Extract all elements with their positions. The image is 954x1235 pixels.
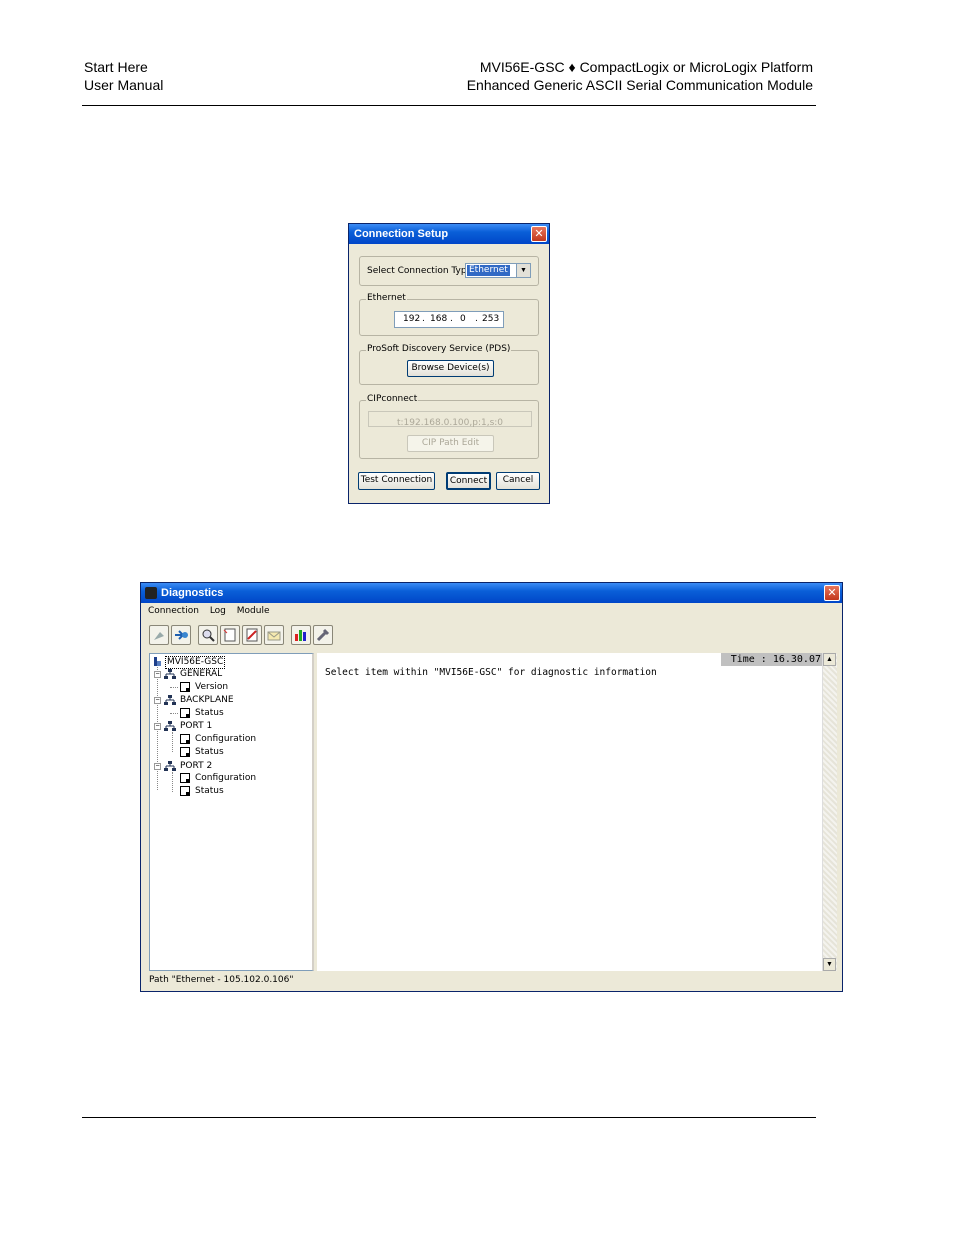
close-icon[interactable]: ✕ (531, 226, 547, 242)
page-header-left: Start Here User Manual (84, 58, 163, 94)
diagnostic-message: Select item within "MVI56E-GSC" for diag… (325, 667, 657, 678)
collapse-icon[interactable]: − (154, 697, 161, 704)
menu-bar: Connection Log Module (148, 606, 278, 616)
cip-path-value: t:192.168.0.100,p:1,s:0 (396, 418, 504, 428)
ip-octet-4[interactable]: 253 (482, 314, 499, 324)
test-connection-button[interactable]: Test Connection (358, 472, 435, 490)
ip-octet-3[interactable]: 0 (460, 314, 466, 324)
connect-button[interactable]: Connect (446, 472, 491, 490)
tree-line (170, 687, 178, 688)
header-product: MVI56E-GSC ♦ CompactLogix or MicroLogix … (479, 59, 813, 75)
ip-octet-1[interactable]: 192 (403, 314, 420, 324)
connection-type-select[interactable]: Ethernet ▼ (465, 263, 531, 278)
cipconnect-group-label: CIPconnect (366, 394, 419, 404)
document-icon (180, 773, 190, 783)
tree-line (172, 732, 173, 752)
find-icon[interactable] (198, 625, 218, 645)
dialog-titlebar[interactable]: Connection Setup ✕ (349, 224, 549, 244)
collapse-icon[interactable]: − (154, 671, 161, 678)
network-icon (164, 721, 176, 731)
close-icon[interactable]: ✕ (824, 585, 840, 601)
collapse-icon[interactable]: − (154, 723, 161, 730)
status-bar-path: Path "Ethernet - 105.102.0.106" (149, 975, 294, 985)
tree-leaf-configuration[interactable]: Configuration (195, 734, 256, 745)
ip-dot: . (450, 314, 453, 324)
header-doc-type: User Manual (84, 77, 164, 93)
dialog-title: Connection Setup (354, 228, 449, 240)
ip-address-field[interactable]: 192 . 168 . 0 . 253 (394, 311, 504, 328)
time-display: Time : 16.30.07 (721, 653, 823, 666)
tree-node-backplane[interactable]: BACKPLANE (180, 695, 234, 706)
toolbar (141, 620, 842, 648)
output-panel: Time : 16.30.07 Select item within "MVI5… (317, 653, 837, 971)
tree-leaf-status[interactable]: Status (195, 747, 224, 758)
pds-group-label: ProSoft Discovery Service (PDS) (366, 344, 512, 354)
ip-dot: . (422, 314, 425, 324)
page-header-right: MVI56E-GSC ♦ CompactLogix or MicroLogix … (467, 58, 813, 94)
vertical-scrollbar[interactable]: ▲ ▼ (822, 653, 837, 971)
diagnostics-title: Diagnostics (161, 587, 224, 599)
document-icon (180, 747, 190, 757)
cipconnect-group: CIPconnect t:192.168.0.100,p:1,s:0 CIP P… (359, 394, 539, 459)
tree-node-general[interactable]: GENERAL (180, 669, 222, 680)
tree-node-port1[interactable]: PORT 1 (180, 721, 212, 732)
tree-leaf-version[interactable]: Version (195, 682, 228, 693)
disconnect-icon[interactable] (149, 625, 169, 645)
tree-leaf-status[interactable]: Status (195, 708, 224, 719)
tree-leaf-status[interactable]: Status (195, 786, 224, 797)
app-icon (145, 587, 157, 599)
document-icon (180, 734, 190, 744)
network-icon (164, 761, 176, 771)
connection-type-group: Select Connection Type: Ethernet ▼ (359, 256, 539, 286)
tree-node-port2[interactable]: PORT 2 (180, 761, 212, 772)
mail-icon[interactable] (264, 625, 284, 645)
chevron-down-icon[interactable]: ▼ (516, 264, 530, 277)
network-icon (164, 669, 176, 679)
pds-group: ProSoft Discovery Service (PDS) Browse D… (359, 344, 539, 385)
scroll-down-icon[interactable]: ▼ (823, 958, 836, 971)
settings-icon[interactable] (313, 625, 333, 645)
network-icon (164, 695, 176, 705)
tree-leaf-configuration[interactable]: Configuration (195, 773, 256, 784)
document-icon (180, 786, 190, 796)
chart-icon[interactable] (291, 625, 311, 645)
cancel-button[interactable]: Cancel (496, 472, 540, 490)
connection-type-value: Ethernet (467, 265, 510, 276)
ethernet-group-label: Ethernet (366, 293, 407, 303)
collapse-icon[interactable]: − (154, 763, 161, 770)
tree-root[interactable]: MVI56E-GSC (165, 656, 226, 669)
document-icon (180, 682, 190, 692)
header-section: Start Here (84, 59, 148, 75)
scroll-up-icon[interactable]: ▲ (823, 653, 836, 666)
footer-rule (82, 1117, 816, 1118)
header-rule (82, 105, 816, 106)
cip-path-field: t:192.168.0.100,p:1,s:0 (368, 411, 532, 428)
header-module: Enhanced Generic ASCII Serial Communicat… (466, 77, 813, 93)
cip-path-edit-button[interactable]: CIP Path Edit (407, 435, 494, 452)
diagnostics-titlebar[interactable]: Diagnostics ✕ (141, 583, 842, 603)
connection-setup-dialog: Connection Setup ✕ Select Connection Typ… (348, 223, 550, 504)
edit-log-icon[interactable] (242, 625, 262, 645)
module-tree[interactable]: MVI56E-GSC − GENERAL Version − BACKPLANE… (149, 653, 314, 971)
browse-devices-button[interactable]: Browse Device(s) (407, 360, 494, 377)
ip-octet-2[interactable]: 168 (430, 314, 447, 324)
menu-module[interactable]: Module (237, 606, 270, 616)
ethernet-group: Ethernet 192 . 168 . 0 . 253 (359, 293, 539, 336)
document-icon (180, 708, 190, 718)
menu-log[interactable]: Log (210, 606, 226, 616)
menu-connection[interactable]: Connection (148, 606, 199, 616)
tree-line (170, 713, 178, 714)
connection-type-label: Select Connection Type: (367, 266, 476, 276)
ip-dot: . (475, 314, 478, 324)
connect-icon[interactable] (171, 625, 191, 645)
tree-line (172, 772, 173, 792)
diagnostics-window: Diagnostics ✕ Connection Log Module MVI5… (140, 582, 843, 992)
module-icon (154, 657, 161, 666)
new-log-icon[interactable] (220, 625, 240, 645)
